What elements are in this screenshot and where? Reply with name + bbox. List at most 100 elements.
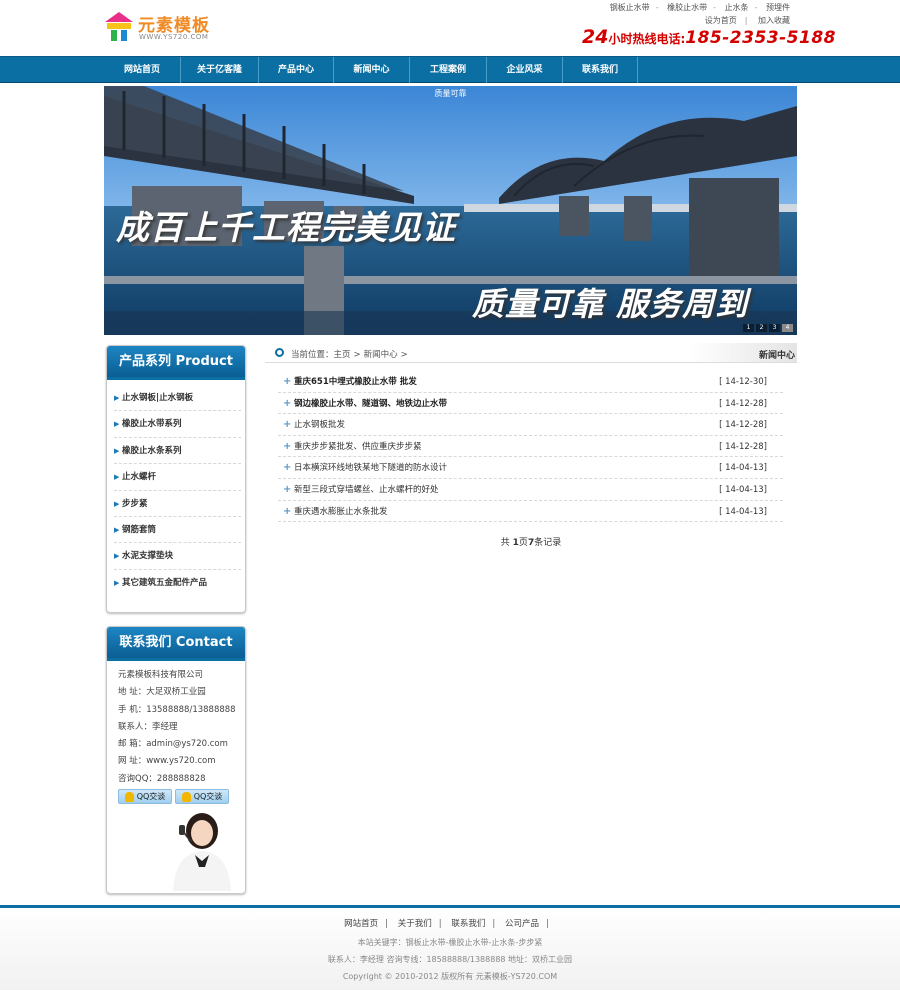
slide-indicators: 1 2 3 4 [743,324,793,332]
news-title[interactable]: 日本横滨环线地铁某地下隧道的防水设计 [294,463,447,473]
breadcrumb-home[interactable]: 主页 [334,350,351,360]
qq-buttons: QQ交谈 QQ交谈 [118,789,245,805]
hotline-hours: 24 [582,26,609,48]
footer-contact: 联系人：李经理 咨询专线：18588888/1388888 地址：双桥工业园 [327,955,573,964]
news-date: [ 14-04-13] [719,463,767,474]
top-link[interactable]: 预埋件 [766,3,790,12]
qq-chat-label: QQ交谈 [136,792,166,802]
site-logo[interactable]: 元素模板 WWW.YS720.COM [105,10,225,44]
qq-penguin-icon [181,791,191,802]
plus-icon: + [283,505,292,517]
news-title[interactable]: 止水钢板批发 [294,420,345,430]
breadcrumb-separator: > [400,350,408,360]
contact-info: 元素模板科技有限公司 地 址：大足双桥工业园 手 机：13588888/1388… [107,661,245,805]
banner-slogan-2: 质量可靠 服务周到 [472,285,749,323]
top-link[interactable]: 橡胶止水带 [667,3,707,12]
nav-item-contact[interactable]: 联系我们 [563,57,638,83]
product-item[interactable]: ▶ 橡胶止水条系列 [114,438,241,465]
breadcrumb: 当前位置：主页 > 新闻中心 > [291,348,411,360]
news-date: [ 14-12-28] [719,441,767,452]
site-footer: 网站首页 | 关于我们 | 联系我们 | 公司产品 | 本站关键字：钢板止水带-橡胶止水… [0,908,900,990]
news-date: [ 14-12-28] [719,420,767,431]
arrow-right-icon: ▶ [114,473,120,482]
news-item[interactable]: + 日本横滨环线地铁某地下隧道的防水设计 [ 14-04-13] [278,457,783,479]
add-favorite-link[interactable]: 加入收藏 [758,16,790,25]
site-header: 元素模板 WWW.YS720.COM 钢板止水带 - 橡胶止水带 - 止水条 - 预埋… [0,0,900,56]
contact-sidebar-title: 联系我们 Contact [107,627,245,661]
location-icon [275,348,284,357]
slide-dot[interactable]: 3 [769,324,780,332]
logo-url: WWW.YS720.COM [139,33,209,41]
company-name: 元素模板科技有限公司 [118,670,204,680]
arrow-right-icon: ▶ [114,394,120,402]
contact-person: 联系人：李经理 [118,721,178,732]
product-item[interactable]: ▶ 橡胶止水带系列 [114,411,241,438]
contact-website: 网 址：www.ys720.com [118,756,216,767]
news-item[interactable]: + 新型三段式穿墙螺丝、止水螺杆的好处 [ 14-04-13] [278,479,783,501]
main-nav: 网站首页 关于亿客隆 产品中心 新闻中心 工程案例 企业风采 联系我们 [0,56,900,83]
news-title[interactable]: 重庆遇水膨胀止水条批发 [294,507,388,517]
product-item-label: 止水螺杆 [122,472,157,483]
banner-slogan-1: 成百上千工程完美见证 [116,208,456,247]
product-list: ▶ 止水钢板|止水钢板 ▶ 橡胶止水带系列 ▶ 橡胶止水条系列 ▶ 止水螺杆 ▶ 步步紧 … [107,380,245,596]
hotline-label: 小时热线电话: [608,32,686,46]
breadcrumb-label: 当前位置： [291,350,334,360]
product-sidebar: 产品系列 Product ▶ 止水钢板|止水钢板 ▶ 橡胶止水带系列 ▶ 橡胶止水条系… [106,345,246,613]
product-item[interactable]: ▶ 其它建筑五金配件产品 [114,570,241,596]
contact-email: 邮 箱：admin@ys720.com [118,739,228,750]
footer-link-products[interactable]: 公司产品 [505,919,539,929]
footer-links: 网站首页 | 关于我们 | 联系我们 | 公司产品 | [344,919,549,929]
hotline: 24小时热线电话:185-2353-5188 [582,26,836,48]
logo-icon [105,12,133,41]
footer-link-home[interactable]: 网站首页 [344,919,378,929]
top-link[interactable]: 止水条 [725,3,749,12]
plus-icon: + [283,462,292,474]
set-homepage-link[interactable]: 设为首页 [705,16,737,25]
news-title[interactable]: 新型三段式穿墙螺丝、止水螺杆的好处 [294,485,439,495]
product-item[interactable]: ▶ 钢筋套筒 [114,517,241,544]
footer-link-about[interactable]: 关于我们 [398,919,432,929]
nav-item-about[interactable]: 关于亿客隆 [181,57,259,83]
slide-dot[interactable]: 1 [743,324,754,332]
footer-link-contact[interactable]: 联系我们 [451,919,485,929]
news-title[interactable]: 钢边橡胶止水带、隧道钢、地铁边止水带 [294,399,447,409]
plus-icon: + [283,419,292,431]
arrow-right-icon: ▶ [114,499,120,508]
breadcrumb-news[interactable]: 新闻中心 [364,350,398,360]
product-item[interactable]: ▶ 水泥支撑垫块 [114,543,241,570]
section-title: 新闻中心 [758,351,795,361]
news-item[interactable]: + 止水钢板批发 [ 14-12-28] [278,414,783,436]
news-title[interactable]: 重庆651中埋式橡胶止水带 批发 [294,377,417,387]
nav-item-cases[interactable]: 工程案例 [410,57,487,83]
plus-icon: + [283,440,292,452]
contact-address: 地 址：大足双桥工业园 [118,687,206,698]
product-item[interactable]: ▶ 止水钢板|止水钢板 [114,385,241,412]
news-item[interactable]: + 重庆遇水膨胀止水条批发 [ 14-04-13] [278,501,783,523]
slide-dot[interactable]: 2 [756,324,767,332]
nav-item-products[interactable]: 产品中心 [259,57,334,83]
news-item[interactable]: + 重庆651中埋式橡胶止水带 批发 [ 14-12-30] [278,371,783,393]
qq-chat-button[interactable]: QQ交谈 [175,789,229,805]
hero-banner: 质量可靠 成百上千工程完美见证 质量可靠 服务周到 1 2 3 4 [104,86,797,335]
nav-item-style[interactable]: 企业风采 [487,57,563,83]
arrow-right-icon: ▶ [114,420,120,429]
qq-chat-label: QQ交谈 [193,792,223,802]
news-title[interactable]: 重庆步步紧批发、供应重庆步步紧 [294,442,422,452]
nav-item-news[interactable]: 新闻中心 [334,57,410,83]
nav-item-home[interactable]: 网站首页 [104,57,181,83]
news-item[interactable]: + 重庆步步紧批发、供应重庆步步紧 [ 14-12-28] [278,436,783,458]
product-item[interactable]: ▶ 止水螺杆 [114,464,241,491]
news-panel: 当前位置：主页 > 新闻中心 > 新闻中心 + 重庆651中埋式橡胶止水带 批发[ 14… [265,343,797,548]
pager-text: 共 [500,538,513,548]
qq-penguin-icon [124,791,134,802]
hotline-phone: 185-2353-5188 [685,28,836,48]
product-item-label: 橡胶止水带系列 [122,419,182,430]
news-item[interactable]: + 钢边橡胶止水带、隧道钢、地铁边止水带 [ 14-12-28] [278,393,783,415]
product-item-label: 步步紧 [122,498,148,509]
product-item[interactable]: ▶ 步步紧 [114,491,241,517]
slide-dot-active[interactable]: 4 [782,324,793,332]
arrow-right-icon: ▶ [114,446,120,455]
arrow-right-icon: ▶ [114,578,120,587]
top-link[interactable]: 钢板止水带 [610,3,650,12]
qq-chat-button[interactable]: QQ交谈 [118,789,172,805]
